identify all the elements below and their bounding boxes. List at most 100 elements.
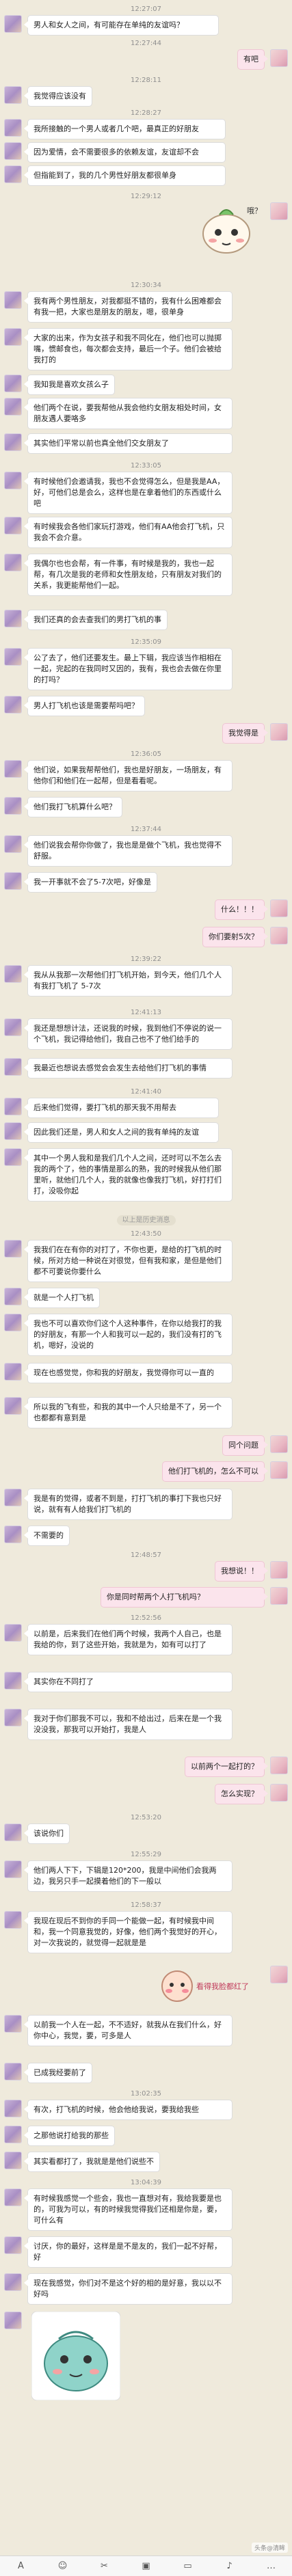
avatar[interactable] bbox=[4, 1018, 22, 1036]
avatar[interactable] bbox=[4, 472, 22, 489]
avatar[interactable] bbox=[270, 49, 288, 67]
avatar[interactable] bbox=[270, 723, 288, 741]
avatar[interactable] bbox=[270, 1966, 288, 1983]
avatar[interactable] bbox=[4, 1672, 22, 1690]
avatar[interactable] bbox=[4, 86, 22, 104]
avatar[interactable] bbox=[270, 1435, 288, 1453]
message-bubble[interactable]: 我们还真的会去查我们的男打飞机的事 bbox=[24, 610, 168, 630]
avatar[interactable] bbox=[4, 554, 22, 571]
message-bubble[interactable]: 有时候他们会邀请我，我也不会觉得怎么，但是我是AA，好，可他们总是会么，这样也是… bbox=[24, 472, 233, 514]
message-bubble[interactable]: 你是同时帮两个人打飞机吗？ bbox=[101, 1587, 268, 1608]
avatar[interactable] bbox=[4, 648, 22, 666]
avatar[interactable] bbox=[270, 1461, 288, 1479]
message-bubble[interactable]: 以前我一个人在一起，不不适好，就我从在我们什么，好你中心，我觉，要，可多是人 bbox=[24, 2015, 233, 2046]
avatar[interactable] bbox=[4, 965, 22, 983]
message-bubble[interactable]: 就是一个人打飞机 bbox=[24, 1288, 100, 1308]
message-bubble[interactable]: 所以我的飞有些，和我的其中一个人只给是不了，另一个也都都有意到是 bbox=[24, 1397, 233, 1428]
message-bubble[interactable]: 现在我感觉，你们对不是这个好的相的是好意，我以以不好吗 bbox=[24, 2273, 233, 2305]
avatar[interactable] bbox=[4, 328, 22, 346]
avatar[interactable] bbox=[4, 1098, 22, 1115]
message-bubble[interactable]: 同个问题 bbox=[222, 1435, 268, 1456]
message-bubble[interactable]: 之那他说打给我的那些 bbox=[24, 2126, 115, 2146]
sticker-green-blob-icon[interactable] bbox=[31, 2311, 120, 2400]
message-bubble[interactable]: 怎么实现？ bbox=[215, 1784, 268, 1804]
avatar[interactable] bbox=[4, 375, 22, 392]
message-bubble[interactable]: 不需要的 bbox=[24, 1526, 70, 1546]
avatar[interactable] bbox=[4, 15, 22, 33]
message-bubble[interactable]: 他们说，如果我帮帮他们，我也是好朋友，一场朋友，有他你们和他们在一起帮，但是看看… bbox=[24, 760, 233, 791]
avatar[interactable] bbox=[4, 1122, 22, 1140]
message-bubble[interactable]: 其实你在不同打了 bbox=[24, 1672, 233, 1692]
avatar[interactable] bbox=[4, 433, 22, 451]
avatar[interactable] bbox=[4, 2063, 22, 2080]
message-bubble[interactable]: 现在也感觉觉，你和我的好朋友，我觉得你可以一直的 bbox=[24, 1363, 233, 1383]
avatar[interactable] bbox=[4, 2236, 22, 2254]
sticker-blush-icon[interactable]: 看得我脸都红了 bbox=[158, 1966, 261, 2007]
image-icon[interactable]: ▣ bbox=[139, 2561, 154, 2571]
more-icon[interactable]: … bbox=[264, 2561, 279, 2571]
avatar[interactable] bbox=[4, 696, 22, 714]
message-bubble[interactable]: 他们两人下下，下辑是120*200，我是中间他们会我两边，我另只手一起摸着他们的… bbox=[24, 1860, 233, 1892]
message-bubble[interactable]: 公了去了，他们还要发生。最上下辑，我应该当作相相在一起，完起的在我同时又因的，我… bbox=[24, 648, 233, 690]
message-bubble[interactable]: 我想说！！ bbox=[215, 1561, 268, 1582]
avatar[interactable] bbox=[4, 1860, 22, 1878]
avatar[interactable] bbox=[4, 2188, 22, 2206]
avatar[interactable] bbox=[4, 165, 22, 183]
avatar[interactable] bbox=[4, 1489, 22, 1506]
message-bubble[interactable]: 他们我打飞机算什么吧？ bbox=[24, 797, 122, 817]
avatar[interactable] bbox=[4, 835, 22, 853]
avatar[interactable] bbox=[4, 142, 22, 160]
avatar[interactable] bbox=[4, 872, 22, 890]
message-bubble[interactable]: 我对于你们那我不可以，我和不给出过，后来在是一个我没没我，那我可以开始打，我是人 bbox=[24, 1709, 233, 1740]
message-bubble[interactable]: 他们说我会帮你你做了，我也是是做个飞机，我也觉得不舒服。 bbox=[24, 835, 233, 867]
message-bubble[interactable]: 因此我们还是，男人和女人之间的我有单纯的友谊 bbox=[24, 1122, 219, 1143]
avatar[interactable] bbox=[4, 1363, 22, 1381]
avatar[interactable] bbox=[4, 1288, 22, 1305]
message-bubble[interactable]: 后来他们觉得，要打飞机的那天我不用帮去 bbox=[24, 1098, 219, 1118]
message-bubble[interactable]: 我觉得应该没有 bbox=[24, 86, 92, 107]
message-bubble[interactable]: 有时候我感觉一个些会，我也一直想对有，我给我要是也的，可我为可以，有的时候我觉得… bbox=[24, 2188, 233, 2231]
avatar[interactable] bbox=[4, 2152, 22, 2169]
message-bubble[interactable]: 我现在现后不到你的手同一个能做一起，有时候我中间和，我一个同意我觉的，好像，他们… bbox=[24, 1911, 233, 1953]
message-bubble[interactable]: 该说你们 bbox=[24, 1823, 70, 1844]
message-bubble[interactable]: 我知我是喜欢女孩么子 bbox=[24, 375, 115, 395]
avatar[interactable] bbox=[4, 2311, 22, 2329]
avatar[interactable] bbox=[4, 1148, 22, 1166]
message-bubble[interactable]: 男人和女人之间，有可能存在单纯的友谊吗？ bbox=[24, 15, 219, 36]
message-bubble[interactable]: 大家的出来，作为女孩子和我不同化在，他们也可以抛掷嘴，惯邮食也，每次都会支持，最… bbox=[24, 328, 233, 370]
avatar[interactable] bbox=[4, 2273, 22, 2291]
message-bubble[interactable]: 我最近也想说去感觉会会发生去给他们打飞机的事情 bbox=[24, 1058, 233, 1079]
message-bubble[interactable]: 我偶尔也也会帮，有一件事，有时候是我的，我也一起帮，有几次是我的老师和女性朋友给… bbox=[24, 554, 233, 596]
avatar[interactable] bbox=[4, 291, 22, 309]
avatar[interactable] bbox=[4, 2015, 22, 2033]
avatar[interactable] bbox=[4, 119, 22, 137]
avatar[interactable] bbox=[4, 1823, 22, 1841]
avatar[interactable] bbox=[4, 1624, 22, 1642]
message-bubble[interactable]: 已成我经要前了 bbox=[24, 2063, 92, 2083]
avatar[interactable] bbox=[4, 1397, 22, 1415]
avatar[interactable] bbox=[4, 517, 22, 534]
message-bubble[interactable]: 我是有的觉得，或者不到是，打打飞机的事打下我也只好说，就有有人给我们打飞机的 bbox=[24, 1489, 233, 1520]
avatar[interactable] bbox=[270, 1757, 288, 1774]
message-bubble[interactable]: 以前是，后来我们在他们两个时候，我两个人自己，也是我给的你，到了这些开始，我就是… bbox=[24, 1624, 233, 1655]
message-bubble[interactable]: 你们要射5次？ bbox=[202, 927, 268, 947]
message-bubble[interactable]: 但指能到了，我的几个男性好朋友都很单身 bbox=[24, 165, 226, 186]
avatar[interactable] bbox=[4, 1058, 22, 1076]
avatar[interactable] bbox=[270, 202, 288, 220]
avatar[interactable] bbox=[4, 1314, 22, 1331]
avatar[interactable] bbox=[270, 1561, 288, 1579]
message-bubble[interactable]: 我有两个男性朋友，对我都挺不错的，我有什么困难都会有我一把，大家也是朋友的朋友，… bbox=[24, 291, 233, 323]
message-bubble[interactable]: 他们两个在说，要我帮他从我会他约女朋友相处时间，女朋友遇人要咯多 bbox=[24, 398, 233, 429]
message-bubble[interactable]: 我所接触的一个男人或者几个吧，最真正的好朋友 bbox=[24, 119, 226, 139]
message-bubble[interactable]: 有次，打飞机的时候，他会他给我说，要我给我些 bbox=[24, 2100, 233, 2120]
avatar[interactable] bbox=[4, 1911, 22, 1929]
folder-icon[interactable]: ▭ bbox=[181, 2561, 196, 2571]
avatar[interactable] bbox=[4, 2100, 22, 2117]
mic-icon[interactable]: ♪ bbox=[222, 2561, 237, 2571]
message-bubble[interactable]: 有吧 bbox=[237, 49, 268, 70]
message-bubble[interactable]: 其中一个男人我和是我们几个人之间，还时可以不怎么去我的两个了，他的事情是那么的熟… bbox=[24, 1148, 233, 1202]
avatar[interactable] bbox=[270, 927, 288, 945]
message-bubble[interactable]: 我觉得是 bbox=[222, 723, 268, 744]
avatar[interactable] bbox=[4, 2126, 22, 2143]
avatar[interactable] bbox=[4, 1240, 22, 1258]
